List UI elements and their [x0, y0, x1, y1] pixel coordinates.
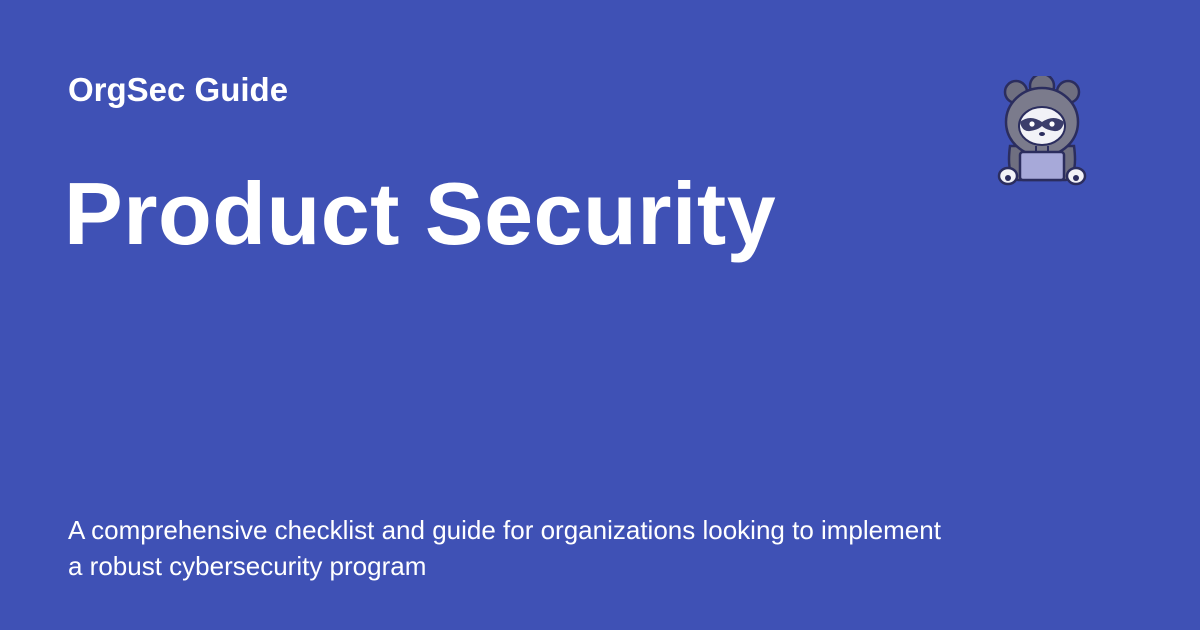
page-description: A comprehensive checklist and guide for … — [68, 515, 941, 581]
page-title: Product Security — [64, 164, 777, 263]
raccoon-mascot-icon — [997, 76, 1087, 186]
site-name: OrgSec Guide — [68, 71, 289, 108]
social-card: OrgSec Guide Product Security A comprehe… — [0, 0, 1200, 630]
